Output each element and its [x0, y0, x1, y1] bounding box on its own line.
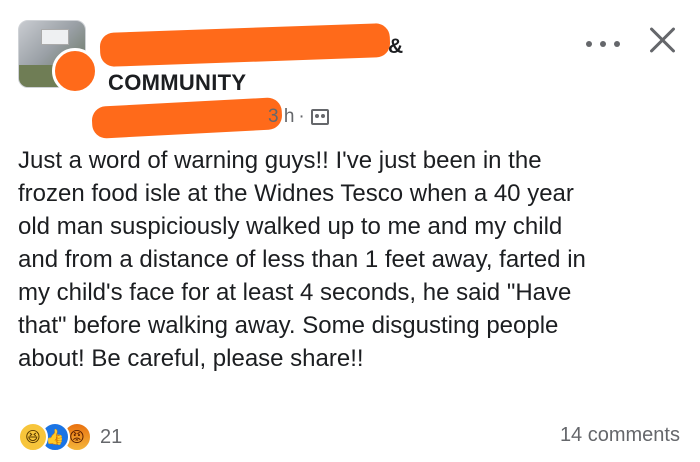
- post-timestamp[interactable]: 3 h: [268, 106, 294, 128]
- more-options-button[interactable]: [586, 34, 620, 54]
- avatar-sign-graphic: [41, 29, 69, 45]
- comments-count-link[interactable]: 14 comments: [560, 424, 680, 447]
- more-icon-dot: [586, 41, 592, 47]
- post-meta: 3 h ·: [268, 106, 329, 128]
- post-body-text: Just a word of warning guys!! I've just …: [18, 147, 586, 372]
- group-name[interactable]: COMMUNITY: [108, 70, 246, 96]
- haha-reaction-icon: 😆: [18, 422, 48, 452]
- reactions-summary[interactable]: 😆 👍 😡 21: [18, 420, 122, 454]
- more-icon-dot: [614, 41, 620, 47]
- reaction-count[interactable]: 21: [100, 426, 122, 449]
- meta-separator: ·: [298, 106, 305, 127]
- redacted-author-name: [91, 97, 283, 139]
- group-name-suffix[interactable]: &: [388, 35, 403, 59]
- profile-picture-redacted[interactable]: [52, 48, 98, 94]
- redacted-group-name: [99, 22, 391, 68]
- close-icon[interactable]: [644, 22, 680, 58]
- group-audience-icon[interactable]: [310, 109, 329, 125]
- more-icon-dot: [600, 41, 606, 47]
- facebook-post: & COMMUNITY 3 h · Just a word of warning…: [0, 0, 700, 462]
